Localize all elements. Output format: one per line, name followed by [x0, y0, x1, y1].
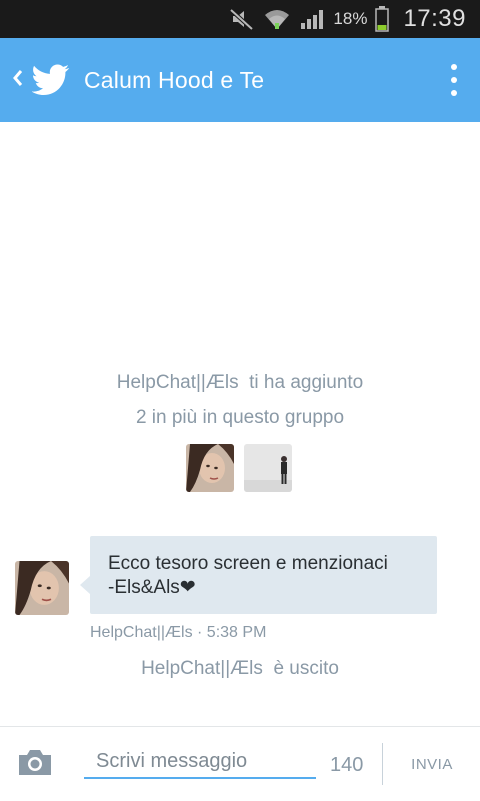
muted-icon	[229, 7, 255, 31]
left-event-text: è uscito	[273, 658, 339, 679]
status-clock: 17:39	[403, 5, 466, 32]
avatar[interactable]	[244, 444, 292, 492]
message-text-line2: -Els&Als❤	[108, 577, 196, 598]
added-members-avatars	[186, 444, 292, 492]
wifi-icon	[263, 7, 291, 31]
message-bubble[interactable]: Ecco tesoro screen e menzionaci -Els&Als…	[90, 536, 437, 614]
left-event: HelpChat||Æls è uscito	[0, 658, 480, 680]
divider	[382, 743, 383, 785]
conversation-area[interactable]: HelpChat||Æls ti ha aggiunto 2 in più in…	[0, 122, 480, 726]
message-text-line1: Ecco tesoro screen e menzionaci	[108, 553, 388, 574]
added-event-text: ti ha aggiunto	[249, 372, 364, 393]
added-by-user[interactable]: HelpChat||Æls	[117, 372, 239, 393]
overflow-dot	[451, 77, 457, 83]
back-button[interactable]	[4, 38, 32, 122]
battery-percentage: 18%	[333, 9, 368, 28]
send-button[interactable]: INVIA	[396, 749, 468, 779]
overflow-menu-button[interactable]	[442, 58, 466, 102]
avatar[interactable]	[15, 561, 69, 615]
added-event-line2: 2 in più in questo gruppo	[135, 407, 345, 428]
app-bar: Calum Hood e Te	[0, 38, 480, 122]
twitter-bird-icon[interactable]	[32, 64, 70, 96]
compose-bar: 140 INVIA	[0, 726, 480, 801]
signal-icon	[299, 7, 325, 31]
back-icon	[13, 69, 23, 92]
message-input[interactable]	[84, 745, 316, 779]
status-bar: 18% 17:39	[0, 0, 480, 38]
camera-button[interactable]	[17, 747, 53, 777]
left-user[interactable]: HelpChat||Æls	[141, 658, 263, 679]
char-counter: 140	[330, 754, 364, 776]
battery-icon	[375, 6, 390, 32]
overflow-dot	[451, 90, 457, 96]
avatar[interactable]	[186, 444, 234, 492]
bubble-tail	[80, 576, 90, 594]
message-sender[interactable]: HelpChat||Æls	[90, 624, 193, 641]
message-time: · 5:38 PM	[197, 624, 267, 641]
added-event-line1: HelpChat||Æls ti ha aggiunto	[0, 372, 480, 394]
message-meta: HelpChat||Æls · 5:38 PM	[90, 624, 266, 642]
camera-icon	[17, 750, 53, 781]
overflow-menu-icon	[451, 64, 457, 70]
conversation-title: Calum Hood e Te	[84, 66, 265, 93]
